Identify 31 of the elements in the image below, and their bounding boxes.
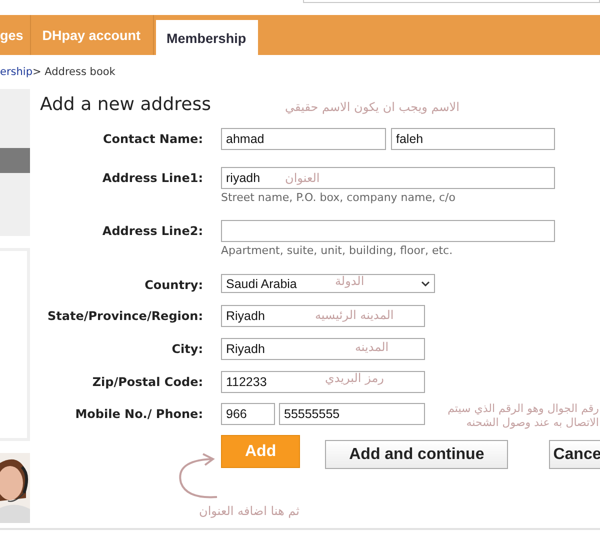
- field-label: Address Line2:: [101, 223, 203, 240]
- form-title: Add a new address: [40, 93, 211, 117]
- input-field[interactable]: [221, 220, 555, 242]
- annotation-note: ثم هنا اضافه العنوان: [199, 503, 300, 520]
- field-label: Country:: [144, 277, 203, 294]
- annotation-note: المدينه: [355, 339, 389, 356]
- input-field[interactable]: 55555555: [279, 403, 425, 425]
- search-field[interactable]: [303, 0, 600, 3]
- breadcrumb-link[interactable]: ership: [0, 66, 32, 78]
- input-field[interactable]: ahmad: [221, 128, 386, 150]
- form-button[interactable]: Add and continue: [325, 440, 508, 469]
- annotation-note: رقم الجوال وهو الرقم الذي سيتم الاتصال به عند وصول الشحنه: [446, 402, 599, 430]
- field-label: Mobile No./ Phone:: [74, 406, 203, 423]
- annotation-note: الاسم ويجب ان يكون الاسم حقيقي: [285, 99, 460, 116]
- breadcrumb-current: > Address book: [32, 66, 116, 78]
- field-label: State/Province/Region:: [46, 308, 203, 325]
- field-hint: Apartment, suite, unit, building, floor, etc.: [221, 243, 454, 259]
- field-hint: Street name, P.O. box, company name, c/o: [221, 190, 456, 206]
- annotation-note: رمز البريدي: [325, 370, 384, 387]
- annotation-note: المدينه الرئيسيه: [315, 307, 394, 324]
- field-label: Address Line1:: [101, 170, 203, 187]
- annotation-note: الدولة: [335, 273, 364, 290]
- field-label: Zip/Postal Code:: [91, 374, 203, 391]
- field-label: Contact Name:: [102, 131, 203, 148]
- input-field[interactable]: faleh: [391, 128, 555, 150]
- annotation-note: العنوان: [285, 170, 320, 187]
- sidebar-item[interactable]: [0, 148, 30, 173]
- input-field[interactable]: 966: [221, 403, 275, 425]
- nav-tab[interactable]: Membership: [156, 20, 258, 55]
- chevron-down-icon: [421, 280, 430, 286]
- field-label: City:: [170, 341, 203, 358]
